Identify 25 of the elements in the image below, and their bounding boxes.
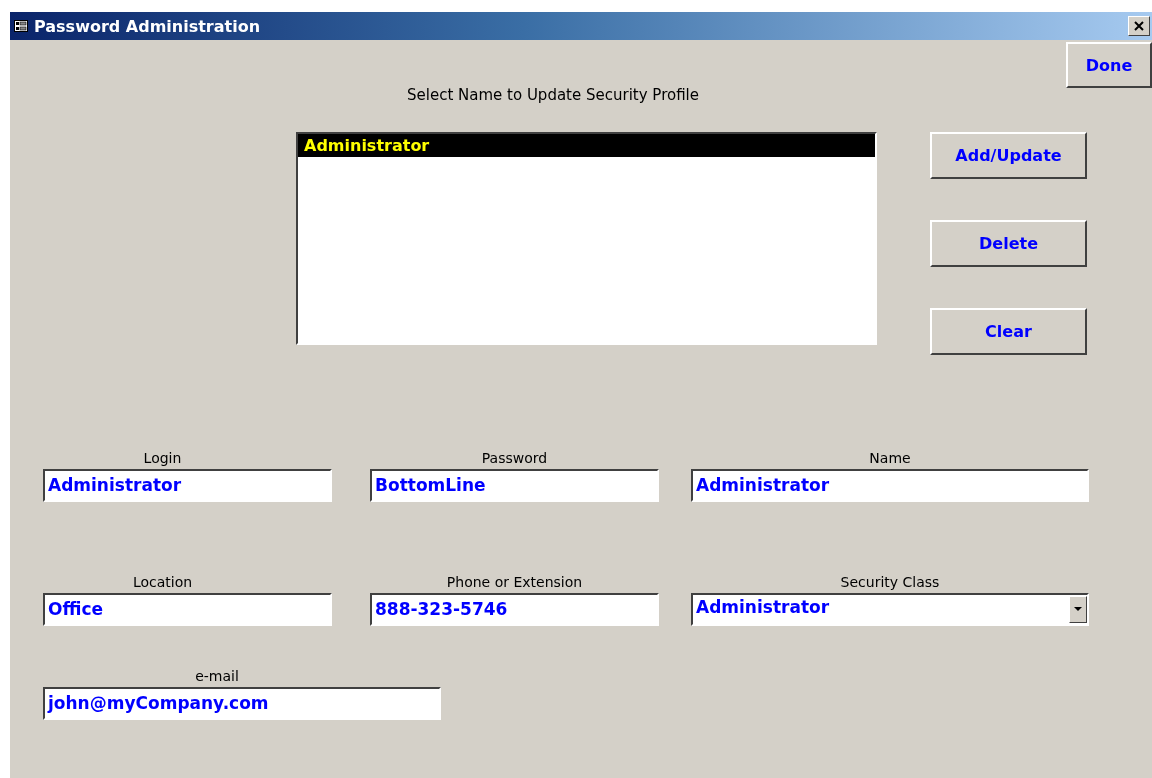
field-label: Location [132, 574, 193, 591]
field-label: Login [143, 450, 182, 467]
done-button[interactable]: Done [1066, 42, 1152, 88]
list-item[interactable]: Administrator [298, 134, 875, 157]
field-label: Phone or Extension [446, 574, 583, 591]
close-icon [1134, 21, 1144, 31]
action-button[interactable]: Add/Update [930, 132, 1087, 179]
field-label: e-mail [195, 668, 239, 685]
close-button[interactable] [1128, 16, 1150, 36]
text-field[interactable]: Office [43, 593, 332, 626]
action-button[interactable]: Clear [930, 308, 1087, 355]
name-listbox[interactable]: Administrator [296, 132, 877, 345]
field-label: Password [481, 450, 548, 467]
list-heading: Select Name to Update Security Profile [407, 86, 700, 106]
text-field[interactable]: 888-323-5746 [370, 593, 659, 626]
action-button[interactable]: Delete [930, 220, 1087, 267]
text-field[interactable]: Administrator [43, 469, 332, 502]
field-label: Name [869, 450, 911, 467]
window-title: Password Administration [34, 16, 262, 36]
text-field[interactable]: john@myCompany.com [43, 687, 441, 720]
form-icon [14, 20, 28, 32]
text-field[interactable]: Administrator [691, 469, 1089, 502]
field-label: Security Class [840, 574, 940, 591]
text-field[interactable]: BottomLine [370, 469, 659, 502]
security-class-dropdown[interactable]: Administrator [691, 593, 1089, 626]
